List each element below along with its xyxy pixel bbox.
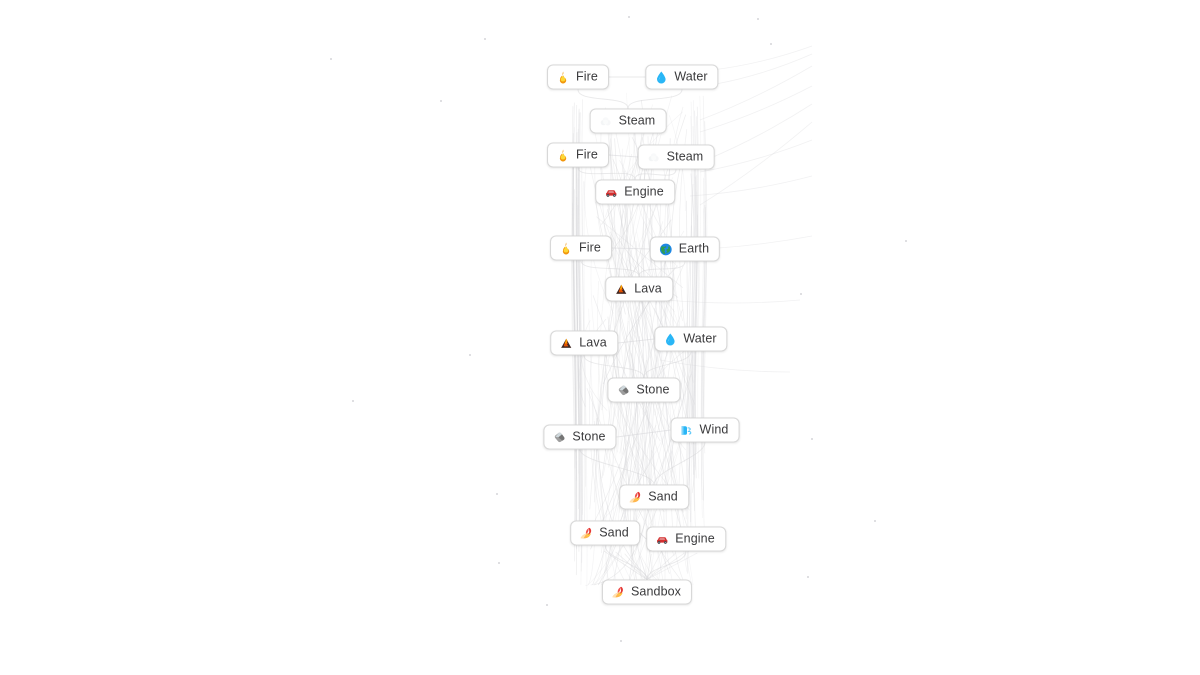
craft-node-steam[interactable]: Steam	[637, 144, 715, 170]
fire-icon	[556, 70, 570, 84]
recipe-tree-canvas: Fire Water Steam Fire Steam Engine Fire Earth La…	[0, 0, 1200, 675]
craft-node-label: Water	[674, 69, 708, 84]
earth-icon	[659, 242, 673, 256]
craft-node-label: Engine	[675, 531, 715, 546]
fire-icon	[556, 148, 570, 162]
craft-node-label: Sand	[599, 525, 629, 540]
water-icon	[654, 70, 668, 84]
craft-node-label: Fire	[579, 240, 601, 255]
fire-icon	[559, 241, 573, 255]
craft-node-water[interactable]: Water	[645, 64, 719, 90]
engine-icon	[655, 532, 669, 546]
engine-icon	[604, 185, 618, 199]
craft-node-label: Sand	[648, 489, 678, 504]
craft-node-wind[interactable]: Wind	[670, 417, 740, 443]
sand-icon	[611, 585, 625, 599]
steam-icon	[599, 114, 613, 128]
lava-icon	[559, 336, 573, 350]
stone-icon	[552, 430, 566, 444]
water-icon	[663, 332, 677, 346]
craft-node-fire[interactable]: Fire	[547, 142, 609, 168]
craft-node-label: Sandbox	[630, 584, 682, 599]
craft-node-label: Wind	[699, 422, 729, 437]
craft-node-lava[interactable]: Lava	[550, 330, 618, 356]
craft-node-label: Stone	[636, 382, 670, 397]
craft-node-fire[interactable]: Fire	[547, 64, 609, 90]
craft-node-sand[interactable]: Sand	[570, 520, 640, 546]
craft-node-engine[interactable]: Engine	[646, 526, 726, 552]
steam-icon	[647, 150, 661, 164]
wind-icon	[680, 423, 694, 437]
craft-node-sandbox[interactable]: Sandbox	[601, 579, 693, 605]
craft-node-earth[interactable]: Earth	[649, 236, 721, 262]
craft-node-label: Lava	[579, 335, 607, 350]
sand-icon	[628, 490, 642, 504]
craft-node-label: Earth	[678, 241, 710, 256]
craft-node-stone[interactable]: Stone	[543, 424, 617, 450]
craft-node-label: Steam	[666, 149, 704, 164]
craft-node-label: Engine	[624, 184, 664, 199]
stone-icon	[616, 383, 630, 397]
craft-node-label: Water	[683, 331, 717, 346]
craft-node-label: Fire	[576, 69, 598, 84]
craft-node-steam[interactable]: Steam	[589, 108, 667, 134]
craft-node-label: Lava	[634, 281, 662, 296]
craft-node-label: Stone	[572, 429, 606, 444]
craft-node-fire[interactable]: Fire	[550, 235, 612, 261]
craft-node-lava[interactable]: Lava	[605, 276, 673, 302]
craft-node-sand[interactable]: Sand	[619, 484, 689, 510]
sand-icon	[579, 526, 593, 540]
craft-node-label: Steam	[618, 113, 656, 128]
craft-node-label: Fire	[576, 147, 598, 162]
craft-node-water[interactable]: Water	[654, 326, 728, 352]
craft-node-engine[interactable]: Engine	[595, 179, 675, 205]
lava-icon	[614, 282, 628, 296]
craft-node-stone[interactable]: Stone	[607, 377, 681, 403]
